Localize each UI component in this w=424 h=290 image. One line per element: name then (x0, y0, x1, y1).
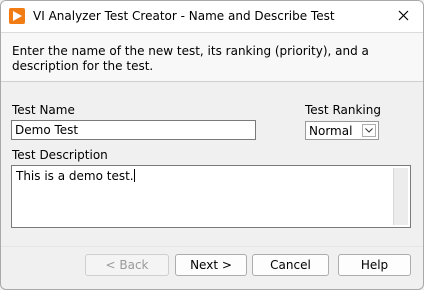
footer-divider (1, 246, 423, 247)
test-description-label: Test Description (12, 148, 108, 162)
test-ranking-label: Test Ranking (305, 103, 381, 117)
close-icon[interactable] (393, 6, 415, 26)
test-ranking-value: Normal (309, 124, 353, 138)
dialog-window: VI Analyzer Test Creator - Name and Desc… (0, 0, 424, 290)
cancel-button[interactable]: Cancel (252, 254, 329, 276)
test-name-label: Test Name (12, 103, 75, 117)
test-description-text: This is a demo test. (16, 169, 135, 183)
instructions-panel: Enter the name of the new test, its rank… (1, 33, 423, 82)
test-description-input[interactable]: This is a demo test. (11, 165, 411, 228)
instructions-text: Enter the name of the new test, its rank… (12, 44, 369, 73)
chevron-down-icon[interactable] (362, 124, 376, 137)
title-bar: VI Analyzer Test Creator - Name and Desc… (1, 1, 423, 33)
help-button[interactable]: Help (338, 254, 411, 276)
test-description-value: This is a demo test. (16, 169, 134, 183)
labview-play-icon (9, 8, 25, 24)
window-title: VI Analyzer Test Creator - Name and Desc… (33, 9, 335, 23)
description-scrollbar[interactable] (393, 168, 408, 225)
text-caret (133, 169, 135, 182)
back-button[interactable]: < Back (85, 254, 169, 276)
test-ranking-dropdown[interactable]: Normal (305, 121, 379, 140)
next-button[interactable]: Next > (175, 254, 247, 276)
test-name-input[interactable]: Demo Test (11, 120, 256, 140)
